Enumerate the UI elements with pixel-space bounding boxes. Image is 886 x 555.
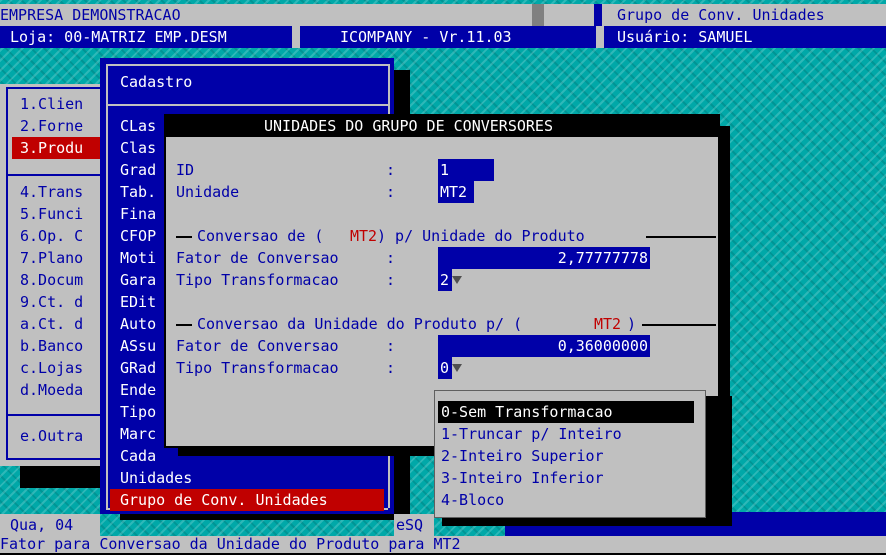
main-menu-item-plano[interactable]: 7.Plano (20, 247, 83, 269)
id-input[interactable]: 1 (438, 159, 494, 181)
section-1-fator-colon: : (386, 249, 396, 267)
section-2-tipo-colon: : (386, 359, 396, 377)
main-menu-item-fornecedores[interactable]: 2.Forne (20, 115, 83, 137)
section-2-line-left (176, 324, 192, 326)
section-1-fator-input[interactable]: 2,77777778 (438, 247, 650, 269)
section-2-tipo-select[interactable]: 0 (438, 357, 452, 379)
dropdown-option-truncar[interactable]: 1-Truncar p/ Inteiro (441, 423, 622, 445)
unidade-label: Unidade (176, 183, 240, 201)
main-menu-item-outras[interactable]: e.Outra (20, 425, 83, 447)
id-label: ID (176, 161, 195, 179)
section-2-tipo-chevron-down-icon[interactable] (452, 364, 462, 372)
cadastro-item-tipos[interactable]: Tipo (120, 401, 156, 423)
main-menu-item-transportadoras[interactable]: 4.Trans (20, 181, 83, 203)
section-2-fator-label: Fator de Conversao (176, 337, 339, 355)
cadastro-item-editar[interactable]: EDit (120, 291, 156, 313)
section-1-suffix: ) p/ Unidade do Produto (377, 227, 585, 245)
cadastro-item-finalidades[interactable]: Fina (120, 203, 156, 225)
dropdown-option-bloco[interactable]: 4-Bloco (441, 489, 504, 511)
section-1-line-right (646, 236, 716, 238)
cadastro-item-automatico[interactable]: Auto (120, 313, 156, 335)
main-menu-item-clientes[interactable]: 1.Clien (20, 93, 83, 115)
dropdown-option-inteiro-inferior[interactable]: 3-Inteiro Inferior (441, 467, 604, 489)
main-menu-item-documentos[interactable]: 8.Docum (20, 269, 83, 291)
cadastro-item-garantias[interactable]: Gara (120, 269, 156, 291)
section-2-tipo-label: Tipo Transformacao (176, 359, 339, 377)
cadastro-item-cadastros[interactable]: Cada (120, 445, 156, 467)
section-2-unit: MT2 (594, 315, 622, 333)
cadastro-item-assuntos[interactable]: ASsu (120, 335, 156, 357)
main-menu-item-contas-2[interactable]: a.Ct. d (20, 313, 83, 335)
dropdown-option-sem-transformacao[interactable]: 0-Sem Transformacao (438, 401, 694, 423)
cadastro-item-enderecos[interactable]: Ende (120, 379, 156, 401)
cadastro-border-left (106, 64, 108, 508)
main-menu-item-lojas[interactable]: c.Lojas (20, 357, 83, 379)
cadastro-sep (106, 104, 388, 106)
section-2-fator-input[interactable]: 0,36000000 (438, 335, 650, 357)
status-divider-3 (292, 26, 300, 48)
cadastro-item-unidades[interactable]: Unidades (120, 467, 192, 489)
store-label: Loja: 00-MATRIZ EMP.DESM (10, 28, 227, 46)
cadastro-item-marcas[interactable]: Marc (120, 423, 156, 445)
main-menu-item-operacoes[interactable]: 6.Op. C (20, 225, 83, 247)
cadastro-item-classes-2[interactable]: Clas (120, 137, 156, 159)
section-1-tipo-chevron-down-icon[interactable] (452, 276, 462, 284)
cadastro-menu-title: Cadastro (120, 73, 193, 91)
screen-title: Grupo de Conv. Unidades (617, 6, 825, 24)
cadastro-item-cfop[interactable]: CFOP (120, 225, 156, 247)
main-menu-border-left (6, 87, 8, 459)
main-menu-sep-1 (6, 174, 106, 176)
user-label: Usuário: SAMUEL (617, 28, 753, 46)
unidade-input[interactable]: MT2 (438, 181, 474, 203)
main-menu-item-moedas[interactable]: d.Moeda (20, 379, 83, 401)
app-version: ICOMPANY - Vr.11.03 (340, 28, 512, 46)
main-menu-border-bottom (6, 458, 106, 460)
section-1-tipo-label: Tipo Transformacao (176, 271, 339, 289)
status-divider (532, 4, 544, 26)
cadastro-item-grupo-conv-unidades[interactable]: Grupo de Conv. Unidades (110, 489, 384, 511)
main-menu-item-bancos[interactable]: b.Banco (20, 335, 83, 357)
main-menu-sep-2 (6, 414, 106, 416)
section-1-tipo-select[interactable]: 2 (438, 269, 452, 291)
company-name: EMPRESA DEMONSTRACAO (0, 6, 181, 24)
section-2-fator-colon: : (386, 337, 396, 355)
cadastro-border-top (106, 64, 388, 66)
cadastro-item-classes-1[interactable]: CLas (120, 115, 156, 137)
cadastro-item-grades[interactable]: Grad (120, 159, 156, 181)
main-menu-item-funcionarios[interactable]: 5.Funci (20, 203, 83, 225)
section-1-fator-label: Fator de Conversao (176, 249, 339, 267)
cadastro-item-tabelas[interactable]: Tab. (120, 181, 156, 203)
section-2-suffix: ) (627, 315, 637, 333)
main-menu-item-produtos[interactable]: 3.Produ (12, 137, 106, 159)
status-divider-2 (594, 4, 602, 26)
main-menu-item-contas-1[interactable]: 9.Ct. d (20, 291, 83, 313)
dialog-title: UNIDADES DO GRUPO DE CONVERSORES (264, 117, 553, 135)
section-1-tipo-colon: : (386, 271, 396, 289)
section-2-line-right (642, 324, 716, 326)
status-divider-4 (596, 26, 604, 48)
id-colon: : (386, 161, 396, 179)
footer-hint: Fator para Conversao da Unidade do Produ… (0, 535, 461, 553)
main-menu-border-top (6, 87, 106, 89)
cadastro-item-gradeamento[interactable]: GRad (120, 357, 156, 379)
section-1-prefix: Conversao de ( (197, 227, 324, 245)
cadastro-item-motivos[interactable]: Moti (120, 247, 156, 269)
section-2-prefix: Conversao da Unidade do Produto p/ ( (197, 315, 523, 333)
dropdown-option-inteiro-superior[interactable]: 2-Inteiro Superior (441, 445, 604, 467)
unidade-colon: : (386, 183, 396, 201)
section-1-unit: MT2 (350, 227, 378, 245)
section-1-line-left (176, 236, 192, 238)
